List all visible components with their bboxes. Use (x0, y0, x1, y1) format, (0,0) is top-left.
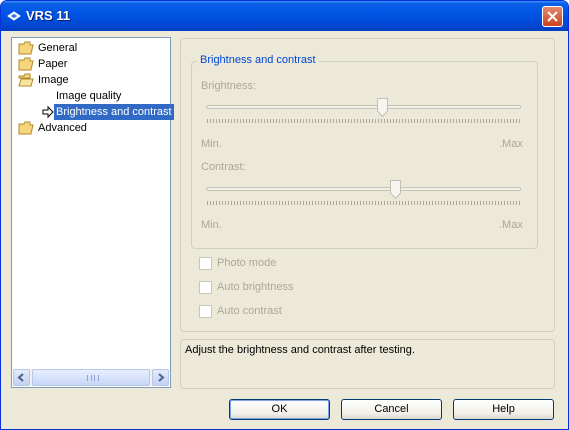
dialog-window: VRS 11 General Paper Image Image quality… (0, 0, 569, 430)
photo-mode-checkbox[interactable] (199, 257, 212, 270)
tree-item-paper[interactable]: Paper (18, 56, 158, 72)
ok-button[interactable]: OK (229, 399, 330, 420)
settings-tree[interactable]: General Paper Image Image quality Bright… (11, 37, 174, 388)
tree-item-image[interactable]: Image (18, 72, 158, 88)
photo-mode-label: Photo mode (217, 257, 277, 269)
auto-brightness-checkbox[interactable] (199, 281, 212, 294)
tree-item-general[interactable]: General (18, 40, 158, 56)
contrast-label: Contrast: (201, 161, 246, 173)
slider-thumb[interactable] (389, 180, 401, 199)
window-title: VRS 11 (26, 8, 71, 23)
tree-item-label: Brightness and contrast (54, 104, 174, 120)
scroll-left-button[interactable] (13, 369, 30, 386)
folder-icon (18, 41, 34, 55)
tree-item-label: Paper (38, 58, 68, 70)
chevron-right-icon (158, 373, 165, 382)
tree-item-image-quality[interactable]: Image quality (54, 88, 154, 104)
slider-track (206, 105, 521, 109)
description-text: Adjust the brightness and contrast after… (185, 344, 415, 356)
tree-item-brightness-contrast[interactable]: Brightness and contrast (40, 104, 174, 120)
slider-ticks (207, 119, 521, 123)
brightness-max-label: .Max (499, 138, 523, 150)
brightness-label: Brightness: (201, 80, 257, 92)
tree-item-label: General (38, 42, 78, 54)
scroll-thumb[interactable] (32, 369, 150, 386)
slider-thumb[interactable] (376, 98, 388, 117)
close-icon (547, 11, 558, 22)
slider-ticks (207, 201, 521, 205)
tree-item-label: Advanced (38, 122, 87, 134)
tree-item-label: Image quality (56, 90, 122, 102)
auto-contrast-label: Auto contrast (217, 305, 282, 317)
title-bar[interactable]: VRS 11 (1, 1, 568, 31)
horizontal-scrollbar[interactable] (13, 369, 169, 386)
brightness-min-label: Min. (201, 138, 222, 150)
folder-icon (18, 121, 34, 135)
chevron-left-icon (17, 373, 24, 382)
app-icon (7, 11, 21, 21)
cancel-button[interactable]: Cancel (341, 399, 442, 420)
contrast-max-label: .Max (499, 219, 523, 231)
help-button[interactable]: Help (453, 399, 554, 420)
close-button[interactable] (542, 6, 563, 27)
grip-icon (87, 375, 99, 381)
auto-brightness-label: Auto brightness (217, 281, 294, 293)
group-title: Brightness and contrast (197, 54, 319, 66)
contrast-min-label: Min. (201, 219, 222, 231)
scroll-right-button[interactable] (152, 369, 169, 386)
auto-contrast-checkbox[interactable] (199, 305, 212, 318)
open-folder-icon (18, 73, 34, 87)
slider-track (206, 187, 521, 191)
tree-item-advanced[interactable]: Advanced (18, 120, 158, 136)
folder-icon (18, 57, 34, 71)
tree-item-label: Image (38, 74, 69, 86)
